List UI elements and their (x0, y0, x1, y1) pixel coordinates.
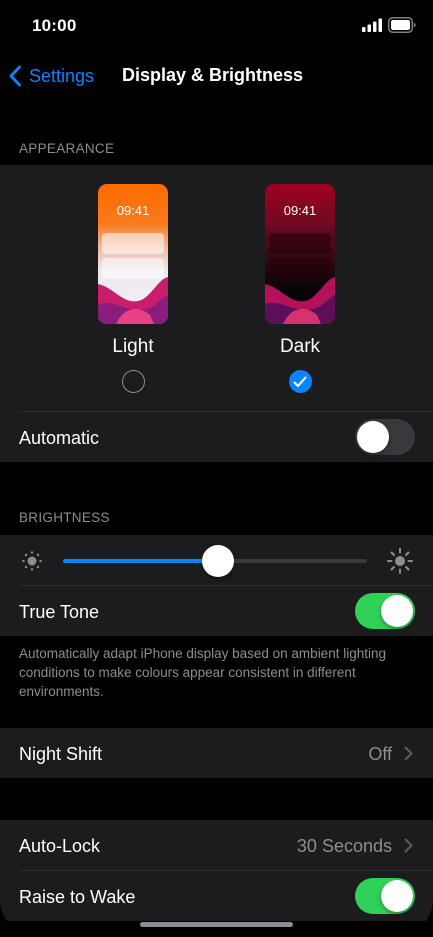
chevron-right-icon (404, 746, 413, 761)
separator (19, 585, 433, 586)
auto-lock-value: 30 Seconds (296, 836, 392, 856)
battery-icon (388, 17, 416, 33)
brightness-slider-fill (63, 559, 219, 563)
toggle-knob (381, 595, 413, 627)
true-tone-toggle[interactable] (355, 593, 415, 629)
brightness-group: True Tone (0, 535, 433, 636)
brightness-slider[interactable] (63, 545, 367, 577)
status-time: 10:00 (32, 16, 77, 35)
raise-to-wake-toggle[interactable] (355, 878, 415, 914)
home-indicator (140, 922, 293, 927)
checkmark-icon (293, 376, 307, 387)
notch (95, 0, 338, 34)
appearance-group: 09:41 Light 09:41 Dark Automatic (0, 165, 433, 462)
lock-group: Auto-Lock 30 Seconds Raise to Wake (0, 820, 433, 921)
dark-mode-preview: 09:41 (265, 184, 335, 324)
separator (19, 411, 433, 412)
auto-lock-row[interactable]: Auto-Lock 30 Seconds (0, 820, 433, 870)
dark-preview-notification (269, 258, 331, 279)
dark-mode-radio[interactable] (288, 370, 312, 393)
light-mode-label: Light (112, 336, 154, 357)
separator (19, 870, 433, 871)
true-tone-footnote: Automatically adapt iPhone display based… (19, 646, 386, 699)
signal-icon (362, 18, 382, 32)
brightness-section-header: BRIGHTNESS (19, 510, 110, 525)
automatic-toggle[interactable] (355, 419, 415, 455)
back-button[interactable]: Settings (8, 62, 94, 90)
toggle-knob (357, 421, 389, 453)
night-shift-row[interactable]: Night Shift Off (0, 728, 433, 778)
dark-preview-notification (269, 233, 331, 254)
back-button-label: Settings (29, 65, 95, 86)
light-mode-preview: 09:41 (98, 184, 168, 324)
toggle-knob (381, 880, 413, 912)
chevron-left-icon (9, 65, 21, 87)
auto-lock-label: Auto-Lock (19, 836, 101, 856)
automatic-label: Automatic (19, 428, 100, 448)
light-preview-notification (102, 258, 164, 279)
light-mode-option[interactable]: 09:41 Light (73, 184, 193, 393)
phone-screen: 10:00 Settings Display & Brightness APPE… (0, 0, 433, 937)
appearance-section-header: APPEARANCE (19, 141, 115, 156)
light-mode-radio[interactable] (121, 370, 145, 393)
brightness-high-icon (387, 548, 413, 574)
dark-preview-time: 09:41 (283, 203, 317, 218)
navigation-bar: Settings Display & Brightness (0, 50, 433, 100)
brightness-low-icon (22, 551, 42, 571)
chevron-right-icon (404, 838, 413, 853)
dark-mode-label: Dark (279, 336, 321, 357)
raise-to-wake-label: Raise to Wake (19, 887, 136, 907)
dark-mode-option[interactable]: 09:41 Dark (240, 184, 360, 393)
brightness-slider-thumb[interactable] (202, 545, 235, 577)
light-preview-time: 09:41 (116, 203, 150, 218)
night-shift-value: Off (368, 744, 392, 764)
night-shift-label: Night Shift (19, 744, 103, 764)
page-title: Display & Brightness (122, 65, 304, 85)
light-preview-notification (102, 233, 164, 254)
true-tone-label: True Tone (19, 602, 100, 622)
